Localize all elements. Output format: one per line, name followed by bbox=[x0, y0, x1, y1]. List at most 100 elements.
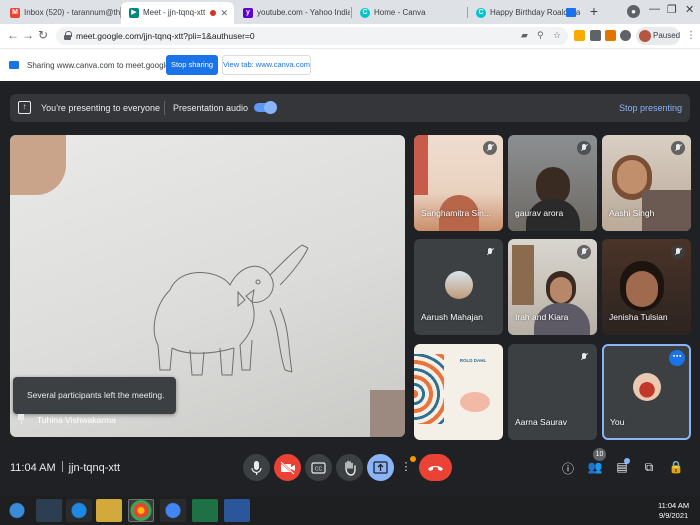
extension-icon[interactable] bbox=[605, 30, 616, 41]
participant-name: Aarush Mahajan bbox=[421, 312, 483, 322]
start-button[interactable] bbox=[2, 499, 32, 522]
avatar bbox=[639, 30, 651, 42]
update-badge bbox=[410, 456, 416, 462]
people-button[interactable]: 👥 bbox=[587, 460, 603, 474]
participant-tile-presentation[interactable]: ROLD DAHL bbox=[414, 344, 503, 440]
video-feed-sleeve bbox=[370, 390, 405, 437]
close-tab-icon[interactable]: ✕ bbox=[220, 8, 228, 19]
address-bar[interactable]: meet.google.com/jjn-tqnq-xtt?pli=1&authu… bbox=[56, 27, 568, 45]
meeting-code: jjn-tqnq-xtt bbox=[68, 462, 121, 474]
word-icon[interactable] bbox=[224, 499, 250, 522]
self-tile[interactable]: ⋯ You bbox=[602, 344, 691, 440]
muted-mic-icon bbox=[483, 245, 497, 259]
minimize-icon[interactable]: — bbox=[649, 3, 660, 15]
presentation-audio-label: Presentation audio bbox=[173, 103, 249, 113]
browser-toolbar: ← → ↻ meet.google.com/jjn-tqnq-xtt?pli=1… bbox=[0, 24, 700, 48]
microphone-icon bbox=[251, 461, 262, 475]
people-icon: 👥 bbox=[587, 460, 603, 474]
lock-person-icon: 🔒 bbox=[668, 460, 684, 474]
participant-tile[interactable]: Jenisha Tulsian bbox=[602, 239, 691, 335]
participant-tile[interactable]: gaurav arora bbox=[508, 135, 597, 231]
profile-button[interactable]: Paused bbox=[636, 27, 680, 45]
participant-tile[interactable]: Aarna Saurav bbox=[508, 344, 597, 440]
tab-yahoo[interactable]: y youtube.com - Yahoo India Se bbox=[235, 2, 350, 24]
meet-icon: ▶ bbox=[129, 8, 139, 18]
activities-button[interactable]: ⧉ bbox=[641, 460, 657, 475]
meeting-controls-bar: 11:04 AM jjn-tqnq-xtt CC ⋮ ⓘ 👥 10 ▤ ⧉ 🔒 bbox=[0, 440, 700, 496]
participant-tile[interactable]: Irah and Kiara bbox=[508, 239, 597, 335]
muted-mic-icon bbox=[577, 141, 591, 155]
zoom-icon[interactable]: ⚲ bbox=[537, 30, 544, 41]
camera-icon[interactable]: ▰ bbox=[521, 30, 528, 41]
hand-icon bbox=[345, 460, 356, 476]
muted-mic-icon bbox=[577, 350, 591, 364]
raise-hand-button[interactable] bbox=[336, 454, 363, 481]
yahoo-icon: y bbox=[243, 8, 253, 18]
chrome-profile-icon[interactable] bbox=[160, 499, 186, 522]
back-icon[interactable]: ← bbox=[7, 28, 19, 42]
tab-search-icon[interactable]: ● bbox=[627, 5, 640, 18]
presenting-text: You're presenting to everyone bbox=[41, 103, 160, 113]
meeting-time: 11:04 AM bbox=[10, 462, 56, 474]
presenting-bar: ↑ You're presenting to everyone Presenta… bbox=[10, 94, 690, 122]
file-explorer-icon[interactable] bbox=[96, 499, 122, 522]
maximize-icon[interactable]: ❐ bbox=[667, 3, 677, 16]
participant-name: Aashi Singh bbox=[609, 208, 655, 218]
camera-off-button[interactable] bbox=[274, 454, 301, 481]
participant-name: Sanghamitra Sin... bbox=[421, 208, 491, 218]
tab-canva-design[interactable]: C Happy Birthday Roald Da bbox=[468, 2, 580, 24]
excel-icon[interactable] bbox=[192, 499, 218, 522]
system-clock[interactable]: 11:04 AM 9/9/2021 bbox=[658, 501, 689, 521]
tab-canva-home[interactable]: C Home - Canva bbox=[352, 2, 466, 24]
forward-icon[interactable]: → bbox=[22, 28, 34, 42]
more-options-icon[interactable]: ⋯ bbox=[669, 350, 685, 366]
bookmark-star-icon[interactable]: ☆ bbox=[553, 30, 561, 41]
presentation-audio-toggle[interactable] bbox=[254, 101, 277, 114]
participant-name: You bbox=[610, 417, 625, 427]
share-screen-icon bbox=[9, 61, 19, 69]
meeting-details-button[interactable]: ⓘ bbox=[560, 460, 576, 477]
view-tab-button[interactable]: View tab: www.canva.com bbox=[222, 55, 311, 75]
canva-icon: C bbox=[476, 8, 486, 18]
menu-icon[interactable]: ⋮ bbox=[686, 30, 696, 41]
close-window-icon[interactable]: ✕ bbox=[685, 3, 694, 16]
tab-meet[interactable]: ▶ Meet - jjn-tqnq-xtt ✕ bbox=[121, 2, 234, 24]
present-screen-icon: ↑ bbox=[18, 101, 31, 114]
clock-date: 9/9/2021 bbox=[658, 511, 689, 520]
chrome-icon[interactable] bbox=[128, 499, 154, 522]
new-tab-button[interactable]: + bbox=[586, 4, 602, 20]
activities-icon: ⧉ bbox=[644, 460, 654, 474]
participant-name: gaurav arora bbox=[515, 208, 564, 218]
extension-icon[interactable] bbox=[590, 30, 601, 41]
participant-tile[interactable]: Sanghamitra Sin... bbox=[414, 135, 503, 231]
participant-tile[interactable]: Aarush Mahajan bbox=[414, 239, 503, 335]
stop-sharing-button[interactable]: Stop sharing bbox=[166, 55, 218, 75]
participant-tile[interactable]: Aashi Singh bbox=[602, 135, 691, 231]
captions-button[interactable]: CC bbox=[305, 454, 332, 481]
participant-name: Jenisha Tulsian bbox=[609, 312, 668, 322]
extension-icon[interactable] bbox=[574, 30, 585, 41]
pin-icon[interactable] bbox=[17, 414, 25, 424]
chat-badge bbox=[624, 458, 630, 464]
muted-mic-icon bbox=[671, 245, 685, 259]
microphone-button[interactable] bbox=[243, 454, 270, 481]
avatar bbox=[444, 271, 473, 299]
presenter-name: Tuhina Vishwakarma bbox=[37, 415, 116, 425]
extensions-puzzle-icon[interactable] bbox=[620, 30, 631, 41]
more-vert-icon: ⋮ bbox=[400, 461, 412, 473]
host-controls-button[interactable]: 🔒 bbox=[668, 460, 684, 474]
participant-count-badge: 10 bbox=[593, 448, 606, 461]
stop-presenting-button[interactable]: Stop presenting bbox=[619, 103, 682, 113]
present-now-button[interactable] bbox=[367, 454, 394, 481]
recording-dot-icon bbox=[210, 10, 216, 16]
internet-explorer-icon[interactable] bbox=[66, 499, 92, 522]
notification-toast: Several participants left the meeting. bbox=[13, 377, 176, 414]
reload-icon[interactable]: ↻ bbox=[38, 28, 48, 42]
meeting-time-code: 11:04 AM jjn-tqnq-xtt bbox=[10, 461, 120, 474]
tab-gmail[interactable]: M Inbox (520) - tarannum@their bbox=[2, 2, 120, 24]
leave-call-button[interactable] bbox=[419, 454, 452, 481]
gmail-icon: M bbox=[10, 8, 20, 18]
media-player-icon[interactable] bbox=[36, 499, 62, 522]
svg-text:CC: CC bbox=[315, 467, 323, 473]
elephant-drawing bbox=[153, 244, 309, 376]
